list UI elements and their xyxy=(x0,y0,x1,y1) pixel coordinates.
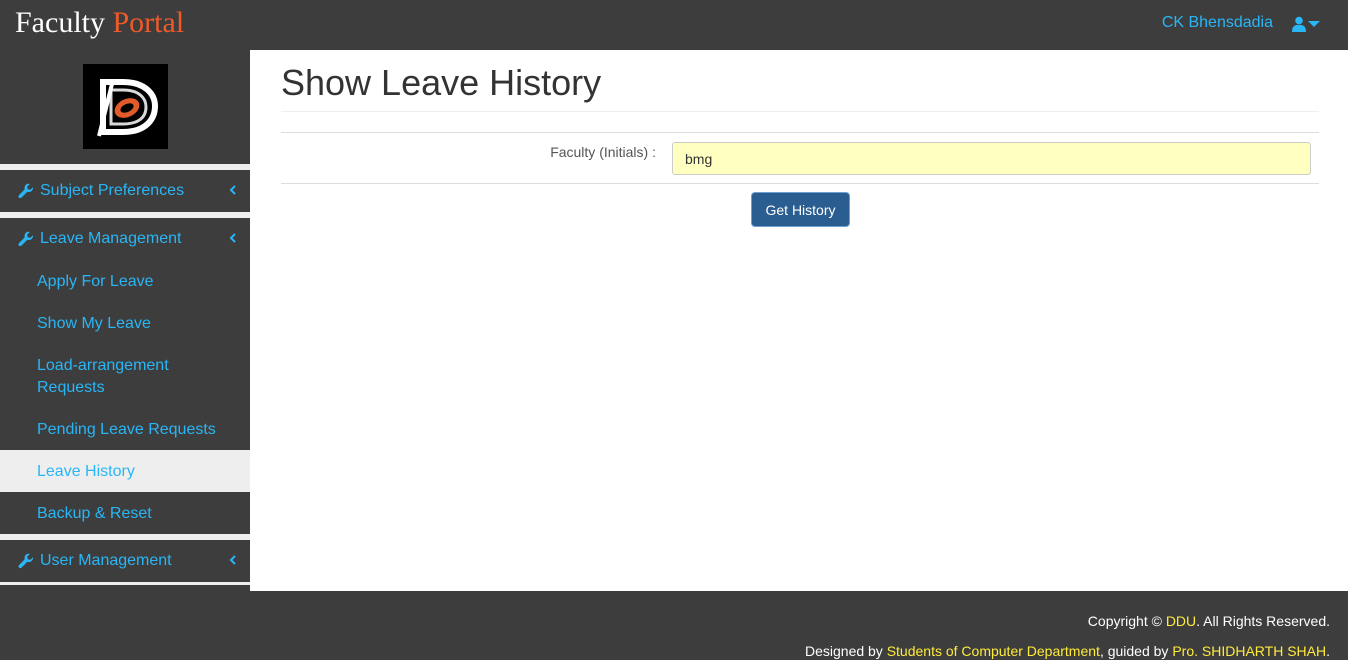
end-text: . xyxy=(1326,643,1330,659)
sidebar-item-pending-leave-requests[interactable]: Pending Leave Requests xyxy=(0,408,250,450)
sidebar-item-apply-for-leave[interactable]: Apply For Leave xyxy=(0,260,250,302)
ddu-logo xyxy=(83,64,168,149)
sidebar-item-show-my-leave[interactable]: Show My Leave xyxy=(0,302,250,344)
logo-mark-icon xyxy=(83,64,168,149)
brand-main: Faculty xyxy=(15,6,105,39)
sidebar-item-label: Load-arrangement Requests xyxy=(37,357,169,396)
sidebar-item-label: Backup & Reset xyxy=(37,505,152,522)
faculty-initials-input[interactable] xyxy=(672,142,1311,175)
rights-text: . All Rights Reserved. xyxy=(1196,613,1330,629)
sidebar-item-label: Pending Leave Requests xyxy=(37,421,216,438)
brand-accent: Portal xyxy=(112,6,185,39)
user-icon xyxy=(1292,16,1306,32)
sidebar-item-load-arrangement-requests[interactable]: Load-arrangement Requests xyxy=(0,344,250,408)
sidebar-group-label: Leave Management xyxy=(40,230,182,247)
designed-by-line: Designed by Students of Computer Departm… xyxy=(805,643,1330,659)
sidebar-item-backup-reset[interactable]: Backup & Reset xyxy=(0,492,250,534)
sidebar-group-subject-preferences[interactable]: Subject Preferences xyxy=(0,170,250,212)
sidebar-item-leave-history[interactable]: Leave History xyxy=(0,450,250,492)
ddu-link[interactable]: DDU xyxy=(1166,613,1196,629)
sidebar-group-user-management[interactable]: User Management xyxy=(0,540,250,582)
chevron-left-icon xyxy=(229,233,236,243)
top-navbar: Faculty Portal CK Bhensdadia xyxy=(0,0,1348,50)
sidebar-item-label: Leave History xyxy=(37,463,135,480)
get-history-button[interactable]: Get History xyxy=(751,192,850,227)
user-name-link[interactable]: CK Bhensdadia xyxy=(1162,14,1273,32)
sidebar-item-label: Show My Leave xyxy=(37,315,151,332)
sidebar-item-label: Apply For Leave xyxy=(37,273,154,290)
title-divider xyxy=(281,111,1319,112)
chevron-left-icon xyxy=(229,185,236,195)
footer: Copyright © DDU. All Rights Reserved. De… xyxy=(0,591,1348,660)
sidebar-group-label: User Management xyxy=(40,552,172,569)
copyright-prefix: Copyright © xyxy=(1087,613,1162,629)
wrench-icon xyxy=(18,183,34,199)
main-content: Show Leave History Faculty (Initials) : … xyxy=(250,50,1348,591)
wrench-icon xyxy=(18,553,34,569)
sidebar-group-label: Subject Preferences xyxy=(40,182,185,199)
faculty-form-row: Faculty (Initials) : xyxy=(281,132,1319,184)
chevron-left-icon xyxy=(229,555,236,565)
guided-text: , guided by xyxy=(1099,643,1169,659)
caret-down-icon xyxy=(1308,21,1320,27)
page-title: Show Leave History xyxy=(281,62,602,103)
logo-area xyxy=(0,50,250,164)
designers-link[interactable]: Students of Computer Department xyxy=(887,643,1100,659)
brand[interactable]: Faculty Portal xyxy=(15,6,184,40)
sidebar: Subject Preferences Leave Management App… xyxy=(0,50,250,591)
wrench-icon xyxy=(18,231,34,247)
copyright-line: Copyright © DDU. All Rights Reserved. xyxy=(1088,613,1330,629)
faculty-initials-label: Faculty (Initials) : xyxy=(550,144,656,160)
guide-link[interactable]: Pro. SHIDHARTH SHAH xyxy=(1172,643,1326,659)
user-menu-toggle[interactable] xyxy=(1292,14,1320,34)
designed-prefix: Designed by xyxy=(804,643,883,659)
sidebar-group-leave-management[interactable]: Leave Management xyxy=(0,218,250,260)
